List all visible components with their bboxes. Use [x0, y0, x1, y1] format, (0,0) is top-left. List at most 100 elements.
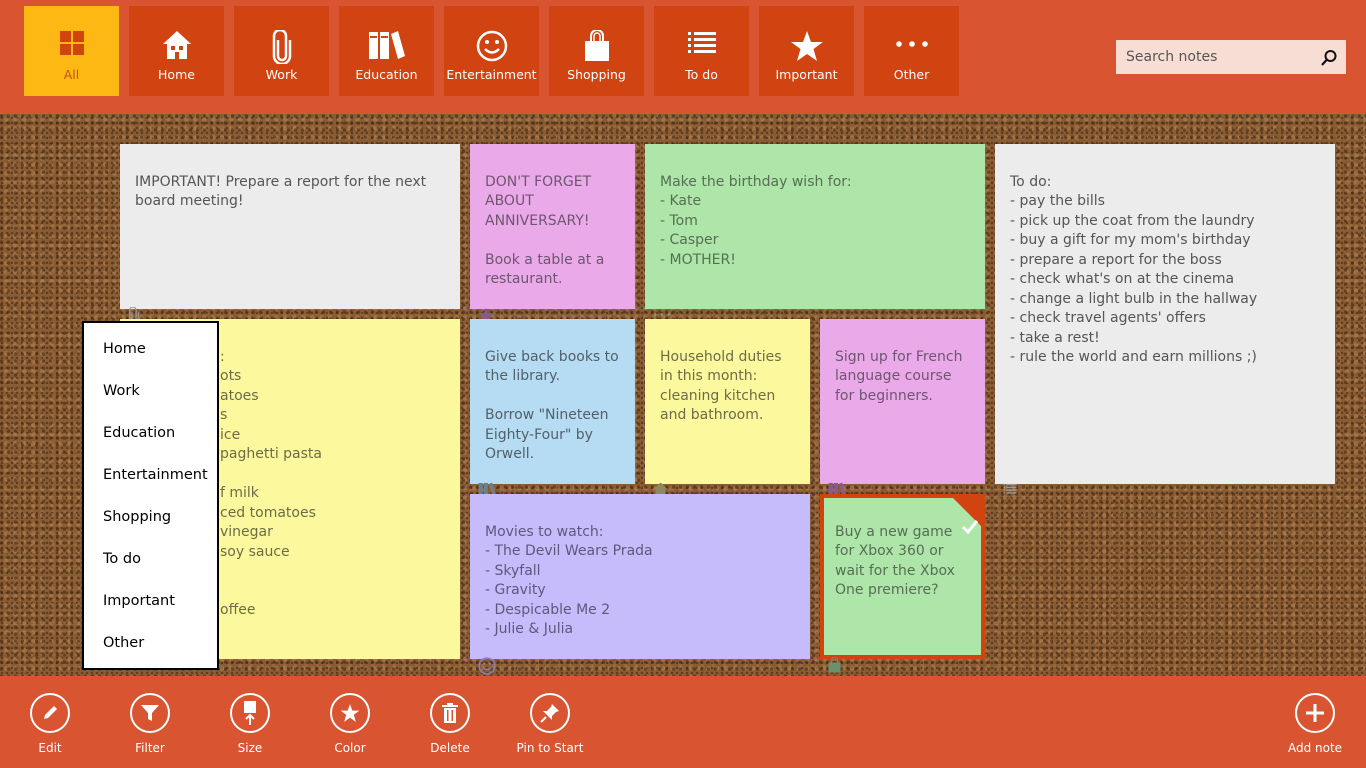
category-other[interactable]: Other [864, 6, 959, 96]
plus-icon [1295, 693, 1335, 733]
note-french-course[interactable]: Sign up for French language course for b… [820, 319, 985, 496]
note-text-lines: : ots atoes s ice paghetti pasta f milk ced tom… [220, 348, 445, 621]
note-xbox-game[interactable]: Buy a new game for Xbox 360 or wait for … [820, 494, 985, 672]
note-line [220, 465, 445, 485]
note-todo-list[interactable]: To do: - pay the bills - pick up the coa… [995, 144, 1335, 494]
category-shopping[interactable]: Shopping [549, 6, 644, 96]
search-icon[interactable] [1320, 49, 1338, 67]
button-label: Delete [430, 741, 470, 755]
note-line: ced tomatoes [220, 504, 316, 521]
category-home[interactable]: Home [129, 6, 224, 96]
category-label: To do [685, 67, 718, 82]
category-education[interactable]: Education [339, 6, 434, 96]
ellipsis-icon [864, 30, 959, 70]
note-line: s [220, 407, 228, 423]
popup-item-entertainment[interactable]: Entertainment [103, 467, 208, 483]
list-icon [654, 30, 749, 70]
note-line: atoes [220, 387, 259, 404]
trash-icon [430, 693, 470, 733]
note-movies[interactable]: Movies to watch: - The Devil Wears Prada… [470, 494, 810, 675]
category-bar: All Home Work Education Entertainment Sh… [0, 0, 1366, 114]
note-line: : [220, 348, 225, 365]
checkmark-icon [961, 498, 979, 534]
note-library-books[interactable]: Give back books to the library. Borrow "… [470, 319, 635, 496]
category-all[interactable]: All [24, 6, 119, 96]
star-icon [330, 693, 370, 733]
star-icon [478, 287, 494, 322]
note-line [220, 582, 445, 602]
house-icon [653, 462, 669, 496]
category-work[interactable]: Work [234, 6, 329, 96]
search-box [1116, 40, 1346, 74]
note-text: Buy a new game for Xbox 360 or wait for … [835, 523, 955, 599]
category-important[interactable]: Important [759, 6, 854, 96]
shopping-bag-icon [549, 30, 644, 70]
smiley-icon [444, 30, 539, 70]
delete-button[interactable]: Delete [410, 693, 490, 755]
note-anniversary[interactable]: DON'T FORGET ABOUT ANNIVERSARY! Book a t… [470, 144, 635, 322]
popup-item-home[interactable]: Home [103, 341, 146, 357]
smiley-icon [478, 637, 496, 675]
add-note-button[interactable]: Add note [1275, 693, 1355, 755]
category-entertainment[interactable]: Entertainment [444, 6, 539, 96]
category-todo[interactable]: To do [654, 6, 749, 96]
button-label: Size [237, 741, 263, 755]
category-popup-menu: Home Work Education Entertainment Shoppi… [82, 321, 219, 670]
color-button[interactable]: Color [310, 693, 390, 755]
button-label: Filter [135, 741, 165, 755]
pin-to-start-button[interactable]: Pin to Start [510, 693, 590, 755]
note-text: Sign up for French language course for b… [835, 348, 963, 404]
grid-icon [24, 30, 119, 70]
note-text: Give back books to the library. Borrow "… [485, 348, 619, 463]
note-line: vinegar [220, 524, 273, 540]
note-line: ice [220, 426, 241, 443]
edit-button[interactable]: Edit [10, 693, 90, 755]
books-icon [339, 30, 434, 70]
books-icon [478, 462, 496, 496]
pin-icon [530, 693, 570, 733]
note-line: soy sauce [220, 543, 290, 560]
category-label: Work [265, 67, 298, 82]
filter-button[interactable]: Filter [110, 693, 190, 755]
house-icon [129, 30, 224, 70]
note-line: offee [220, 602, 256, 618]
popup-item-important[interactable]: Important [103, 593, 175, 609]
category-label: Home [158, 67, 195, 82]
popup-item-education[interactable]: Education [103, 425, 175, 441]
filter-icon [130, 693, 170, 733]
note-line: f milk [220, 485, 259, 501]
app-bar: Edit Filter Size Color Delete Pin to Sta… [0, 676, 1366, 768]
button-label: Color [334, 741, 366, 755]
note-text: Household duties in this month: cleaning… [660, 348, 782, 424]
paperclip-icon [128, 287, 144, 326]
list-icon [1003, 462, 1019, 494]
search-input[interactable] [1116, 40, 1316, 74]
shopping-bag-icon [828, 637, 844, 672]
books-icon [828, 462, 846, 496]
note-important-report[interactable]: IMPORTANT! Prepare a report for the next… [120, 144, 460, 326]
star-icon [759, 30, 854, 70]
button-label: Add note [1287, 741, 1343, 755]
popup-item-other[interactable]: Other [103, 635, 144, 651]
popup-item-shopping[interactable]: Shopping [103, 509, 171, 525]
note-line [220, 562, 445, 582]
note-birthday-wish[interactable]: Make the birthday wish for: - Kate - Tom… [645, 144, 985, 316]
category-label: Important [775, 67, 838, 82]
note-text: To do: - pay the bills - pick up the coa… [1010, 173, 1258, 366]
size-button[interactable]: Size [210, 693, 290, 755]
button-label: Pin to Start [516, 741, 584, 755]
category-label: Shopping [567, 67, 626, 82]
note-household-duties[interactable]: Household duties in this month: cleaning… [645, 319, 810, 496]
size-icon [230, 693, 270, 733]
note-line: paghetti pasta [220, 446, 322, 462]
pencil-icon [30, 693, 70, 733]
popup-item-todo[interactable]: To do [103, 551, 141, 567]
popup-item-work[interactable]: Work [103, 383, 140, 399]
ellipsis-icon [653, 287, 671, 316]
note-text: Make the birthday wish for: - Kate - Tom… [660, 173, 852, 268]
paperclip-icon [234, 30, 329, 70]
button-label: Edit [38, 741, 62, 755]
category-label: All [63, 67, 80, 82]
category-label: Other [893, 67, 930, 82]
note-text: IMPORTANT! Prepare a report for the next… [135, 173, 427, 210]
